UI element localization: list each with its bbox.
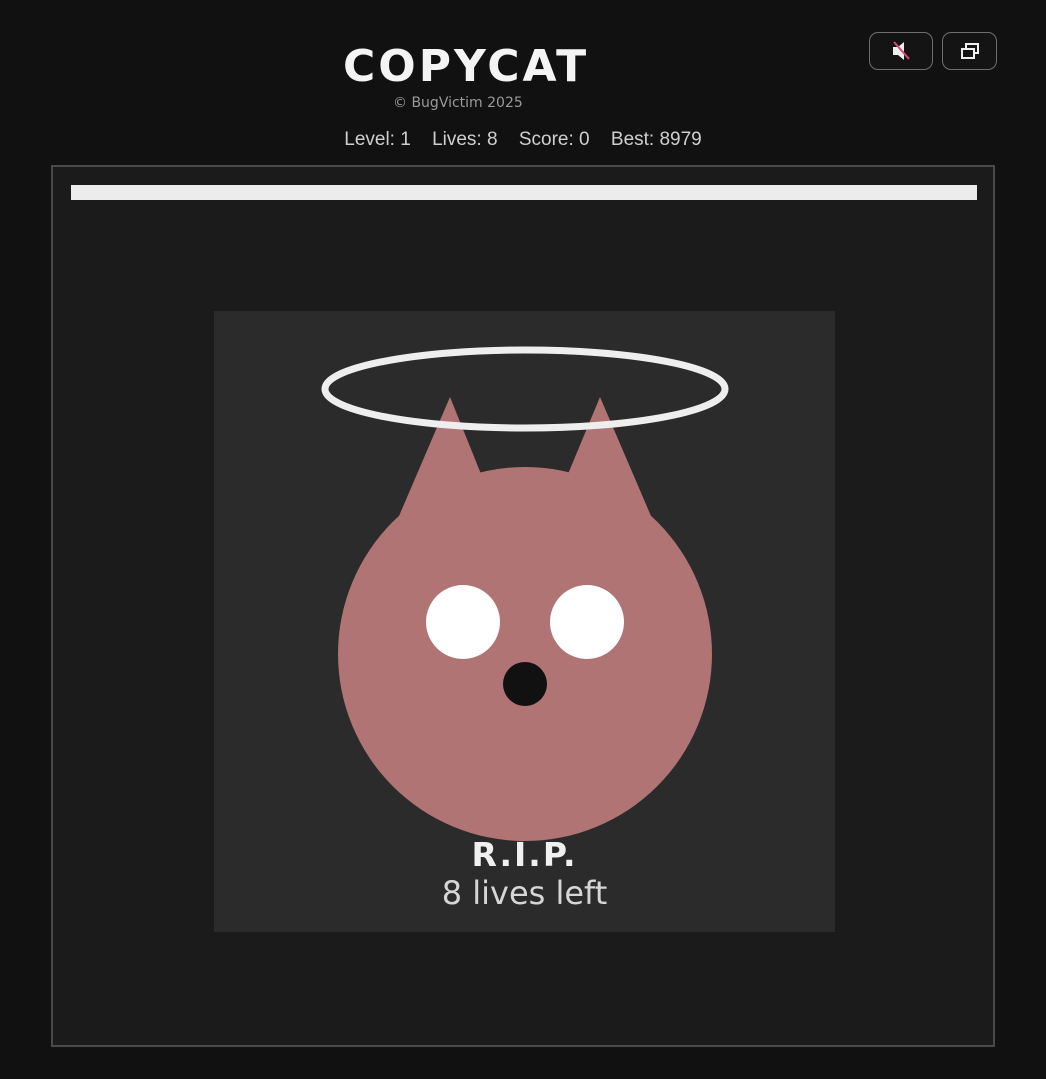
score-stat: Score: 0 (518, 129, 590, 150)
level-stat: Level: 1 (344, 129, 411, 150)
best-stat: Best: 8979 (610, 129, 702, 150)
game-board: R.I.P. 8 lives left (51, 165, 995, 1047)
restore-window-icon (960, 43, 979, 59)
cat-head (338, 467, 712, 841)
cat-left-eye (426, 585, 500, 659)
rip-heading: R.I.P. (471, 835, 578, 874)
lives-left-text: 8 lives left (441, 874, 608, 912)
cat-right-eye (550, 585, 624, 659)
halo (321, 346, 729, 432)
cat-mouth (503, 662, 547, 706)
copyright-text: © BugVictim 2025 (393, 95, 523, 111)
game-page: COPYCAT © BugVictim 2025 Level: 1 Lives:… (0, 0, 1046, 1079)
stats-bar: Level: 1 Lives: 8 Score: 0 Best: 8979 (0, 128, 1046, 152)
timer-bar (71, 185, 977, 200)
mute-button[interactable] (869, 32, 933, 70)
lives-stat: Lives: 8 (432, 129, 498, 150)
restore-window-button[interactable] (942, 32, 997, 70)
death-panel: R.I.P. 8 lives left (214, 311, 835, 932)
game-title: COPYCAT (343, 41, 590, 92)
speaker-muted-icon (893, 41, 910, 60)
